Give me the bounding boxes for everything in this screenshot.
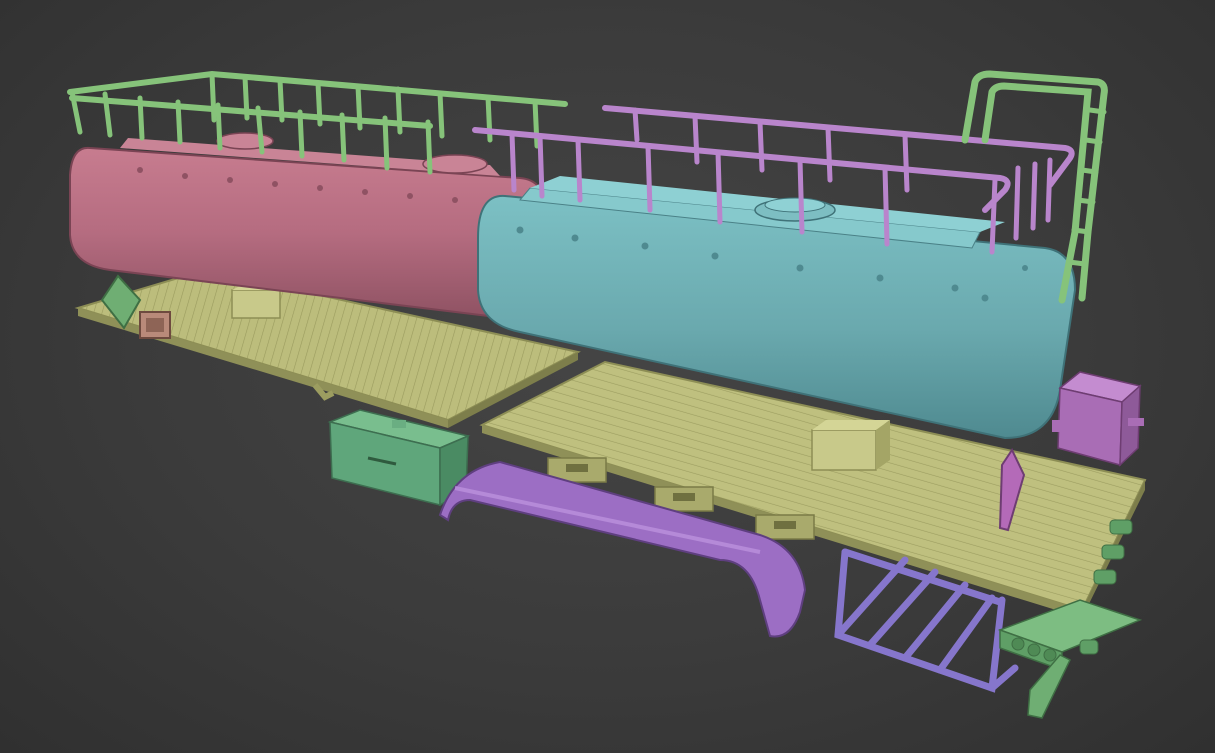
flatbed-crate: [231, 289, 281, 319]
flatbed-crate: [811, 429, 877, 471]
magenta-box: [1052, 371, 1144, 467]
3d-viewport[interactable]: [0, 0, 1215, 753]
3d-model-render: [67, 70, 1147, 719]
